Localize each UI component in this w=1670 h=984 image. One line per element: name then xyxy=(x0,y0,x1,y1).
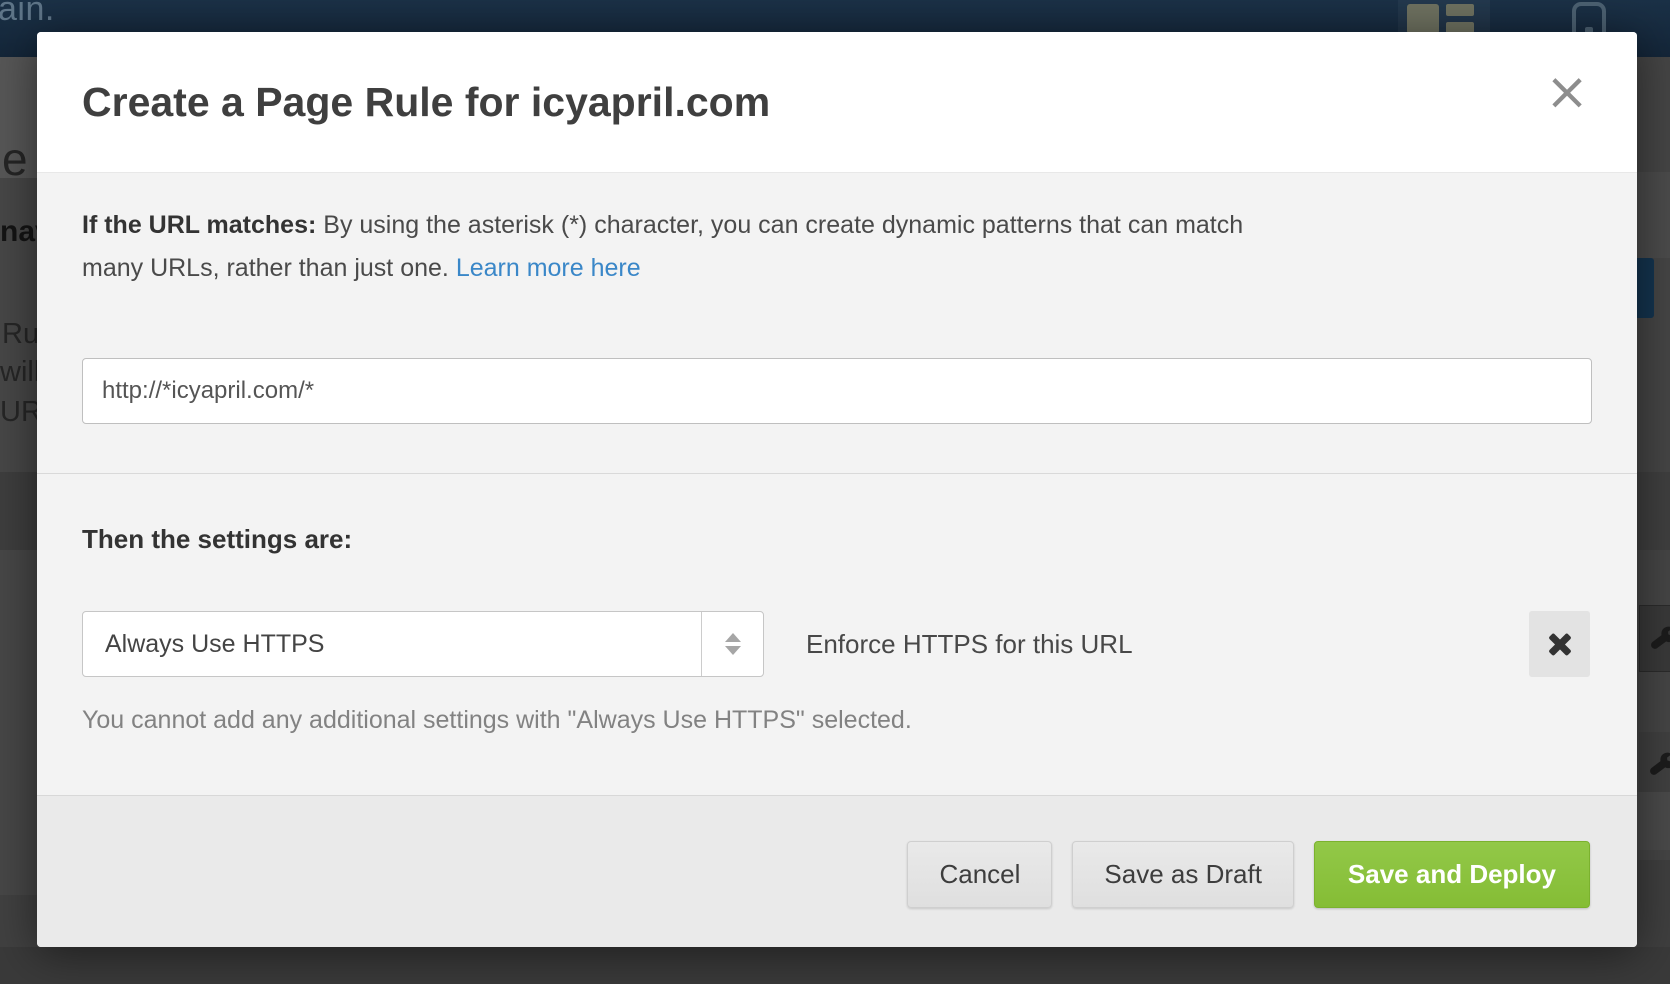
save-and-deploy-button[interactable]: Save and Deploy xyxy=(1314,841,1590,908)
bg-text-fragment-2: will xyxy=(0,356,37,389)
dimmed-wrench-button xyxy=(1639,732,1670,792)
cancel-button[interactable]: Cancel xyxy=(907,841,1052,908)
dimmed-table-band xyxy=(0,472,37,550)
dimmed-band xyxy=(1637,472,1670,550)
section-divider xyxy=(37,473,1637,474)
chevron-up-icon xyxy=(725,633,741,642)
dimmed-page-left: e nav Ru will UR xyxy=(0,57,37,984)
chevron-down-icon xyxy=(725,646,741,655)
save-as-draft-button[interactable]: Save as Draft xyxy=(1072,841,1294,908)
close-icon: × xyxy=(1545,62,1589,122)
url-match-text-line2: many URLs, rather than just one. xyxy=(82,254,449,282)
footer-buttons: Cancel Save as Draft Save and Deploy xyxy=(907,841,1590,908)
url-match-text-line1: By using the asterisk (*) character, you… xyxy=(323,211,1243,239)
remove-setting-button[interactable] xyxy=(1529,611,1590,677)
dimmed-page-bottom xyxy=(0,947,1670,984)
remove-x-icon xyxy=(1547,631,1573,657)
setting-select-value: Always Use HTTPS xyxy=(105,612,324,676)
learn-more-link[interactable]: Learn more here xyxy=(456,254,641,282)
screen: ain. e nav Ru will UR xyxy=(0,0,1670,984)
create-page-rule-modal: Create a Page Rule for icyapril.com × If… xyxy=(37,32,1637,947)
setting-row: Always Use HTTPS Enforce HTTPS for this … xyxy=(37,611,1637,677)
setting-note: You cannot add any additional settings w… xyxy=(82,706,912,735)
dimmed-blue-button-fragment xyxy=(1637,258,1654,318)
modal-header: Create a Page Rule for icyapril.com × xyxy=(37,32,1637,173)
layout-grid-icon xyxy=(1407,4,1479,34)
setting-select[interactable]: Always Use HTTPS xyxy=(82,611,764,677)
modal-footer: Cancel Save as Draft Save and Deploy xyxy=(37,795,1637,947)
bg-heading-fragment: e xyxy=(2,132,28,186)
close-button[interactable]: × xyxy=(1539,64,1595,120)
dimmed-band xyxy=(1637,792,1670,850)
select-spinner xyxy=(701,612,763,676)
modal-title: Create a Page Rule for icyapril.com xyxy=(82,82,770,123)
setting-description: Enforce HTTPS for this URL xyxy=(806,611,1133,677)
bg-text-fragment-1: Ru xyxy=(2,318,37,351)
url-match-label: If the URL matches: xyxy=(82,211,316,239)
navbar-text-fragment: ain. xyxy=(0,0,55,29)
bg-text-fragment-3: UR xyxy=(0,396,37,429)
dimmed-page-right xyxy=(1637,57,1670,984)
bg-bold-fragment: nav xyxy=(0,215,37,249)
wrench-icon xyxy=(1645,748,1670,782)
settings-heading: Then the settings are: xyxy=(82,524,352,555)
wrench-icon xyxy=(1646,622,1670,656)
dimmed-band xyxy=(1637,172,1670,258)
url-match-description: If the URL matches: By using the asteris… xyxy=(82,204,1562,290)
url-pattern-input[interactable] xyxy=(82,358,1592,424)
dimmed-wrench-button xyxy=(1639,605,1670,672)
